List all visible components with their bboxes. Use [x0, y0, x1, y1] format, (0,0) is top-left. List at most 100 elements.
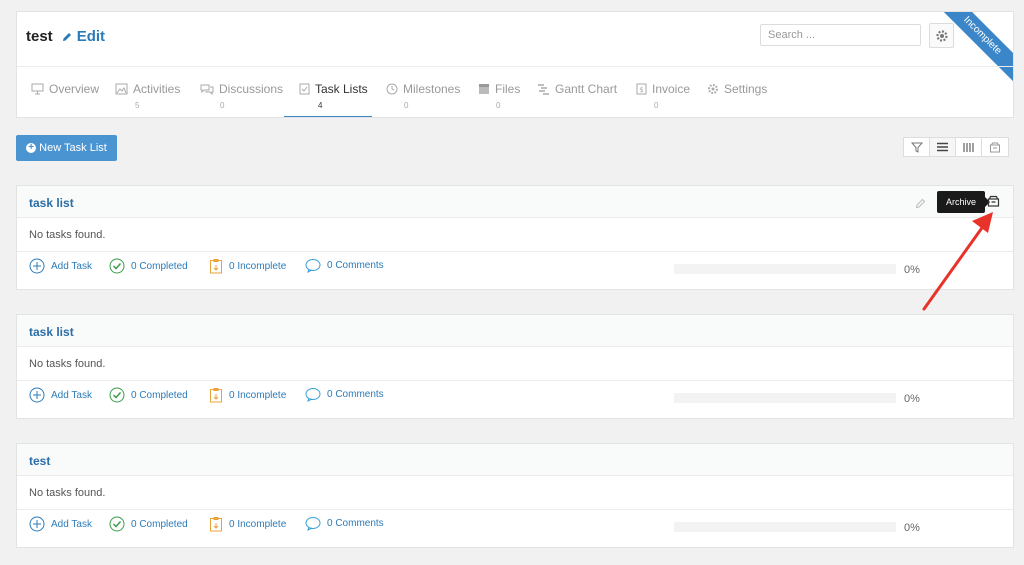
tab-label: Files — [495, 82, 521, 96]
tab-count: 4 — [318, 101, 323, 110]
archive-box-icon — [479, 84, 489, 94]
tab-invoice[interactable]: $ Invoice 0 — [636, 82, 691, 117]
tab-files[interactable]: Files 0 — [478, 82, 521, 117]
new-task-list-button[interactable]: + New Task List — [16, 135, 117, 161]
add-task-label: Add Task — [51, 260, 92, 272]
progress-bar — [674, 522, 896, 532]
task-list-title[interactable]: task list — [29, 325, 74, 339]
progress-bar — [674, 393, 896, 403]
archive-tooltip: Archive — [937, 191, 990, 213]
add-task-link[interactable]: Add Task — [29, 387, 92, 403]
speech-bubble-icon — [305, 259, 321, 273]
comments-count: 0 Comments — [327, 518, 384, 529]
completed-tasks-link[interactable]: 0 Completed — [109, 258, 188, 274]
edit-project-link[interactable]: Edit — [61, 28, 105, 45]
add-task-label: Add Task — [51, 389, 92, 401]
progress-bar — [674, 264, 896, 274]
kanban-view-button[interactable] — [956, 138, 982, 156]
completed-tasks-link[interactable]: 0 Completed — [109, 387, 188, 403]
completed-tasks-link[interactable]: 0 Completed — [109, 516, 188, 532]
incomplete-count: 0 Incomplete — [229, 518, 287, 530]
add-task-link[interactable]: Add Task — [29, 516, 92, 532]
edit-task-list-button[interactable] — [915, 196, 926, 214]
tab-settings[interactable]: Settings — [707, 82, 768, 117]
tab-overview[interactable]: Overview — [31, 82, 99, 117]
tab-count: 0 — [654, 101, 659, 110]
project-title: test Edit — [26, 28, 105, 45]
archive-box-icon — [987, 195, 1000, 207]
archive-box-icon — [990, 142, 1000, 152]
plus-circle-icon — [29, 387, 45, 403]
filter-icon — [910, 142, 923, 153]
speech-bubble-icon — [305, 517, 321, 531]
project-title-text: test — [26, 28, 53, 45]
tab-task-lists[interactable]: Task Lists 4 — [299, 82, 368, 117]
list-view-button[interactable] — [930, 138, 956, 156]
empty-state-text: No tasks found. — [17, 347, 1013, 381]
clipboard-icon — [210, 388, 222, 403]
task-list-card: test No tasks found. Add Task 0 Complete… — [16, 443, 1014, 548]
tab-count: 0 — [404, 101, 409, 110]
task-list-title[interactable]: test — [29, 454, 50, 468]
add-task-label: Add Task — [51, 518, 92, 530]
check-circle-icon — [109, 258, 125, 274]
progress-percent: 0% — [904, 522, 920, 534]
comments-link[interactable]: 0 Comments — [305, 516, 384, 531]
tab-label: Gantt Chart — [555, 82, 618, 96]
archive-task-list-button[interactable] — [987, 194, 1000, 212]
tab-label: Milestones — [403, 82, 461, 96]
check-circle-icon — [109, 387, 125, 403]
gantt-icon — [538, 84, 549, 95]
tab-activities[interactable]: Activities 5 — [115, 82, 180, 117]
tab-label: Invoice — [652, 82, 691, 96]
incomplete-tasks-link[interactable]: 0 Incomplete — [209, 258, 286, 274]
task-list-title[interactable]: task list — [29, 196, 74, 210]
view-toggle-bar — [903, 137, 1009, 157]
pencil-icon — [62, 32, 71, 41]
task-list-header: task list Archive — [17, 186, 1013, 218]
tab-gantt-chart[interactable]: Gantt Chart — [537, 82, 618, 117]
tab-count: 0 — [496, 101, 501, 110]
tab-label: Task Lists — [315, 82, 368, 96]
archive-view-button[interactable] — [982, 138, 1008, 156]
check-circle-icon — [109, 516, 125, 532]
progress-percent: 0% — [904, 393, 920, 405]
task-list-footer: Add Task 0 Completed 0 Incomplete 0 Comm… — [17, 510, 1013, 546]
speech-bubble-icon — [305, 388, 321, 402]
comments-count: 0 Comments — [327, 389, 384, 400]
checklist-icon — [299, 83, 310, 95]
search-input[interactable] — [760, 24, 921, 46]
tab-milestones[interactable]: Milestones 0 — [386, 82, 461, 117]
comments-link[interactable]: 0 Comments — [305, 258, 384, 273]
invoice-icon: $ — [636, 83, 647, 95]
project-settings-button[interactable] — [929, 23, 954, 48]
tab-label: Settings — [724, 82, 768, 96]
incomplete-count: 0 Incomplete — [229, 389, 287, 401]
comments-link[interactable]: 0 Comments — [305, 387, 384, 402]
incomplete-tasks-link[interactable]: 0 Incomplete — [209, 387, 286, 403]
svg-text:$: $ — [639, 86, 643, 94]
tab-count: 0 — [220, 101, 225, 110]
incomplete-tasks-link[interactable]: 0 Incomplete — [209, 516, 286, 532]
plus-circle-icon — [29, 516, 45, 532]
tab-label: Discussions — [219, 82, 284, 96]
clock-icon — [386, 83, 398, 95]
add-task-link[interactable]: Add Task — [29, 258, 92, 274]
completed-count: 0 Completed — [131, 389, 188, 401]
task-list-card: task list Archive No tasks found. Add Ta… — [16, 185, 1014, 290]
task-list-footer: Add Task 0 Completed 0 Incomplete 0 Comm… — [17, 381, 1013, 417]
filter-button[interactable] — [904, 138, 930, 156]
new-task-list-label: New Task List — [39, 142, 107, 154]
tab-discussions[interactable]: Discussions 0 — [200, 82, 284, 117]
plus-circle-icon: + — [26, 143, 37, 153]
columns-icon — [963, 142, 974, 152]
chat-icon — [200, 84, 214, 95]
monitor-icon — [31, 83, 44, 95]
completed-count: 0 Completed — [131, 518, 188, 530]
task-list-header: test — [17, 444, 1013, 476]
pencil-icon — [915, 198, 926, 209]
active-tab-indicator — [284, 116, 372, 117]
edit-label: Edit — [76, 28, 106, 45]
image-icon — [115, 83, 128, 95]
progress-percent: 0% — [904, 264, 920, 276]
